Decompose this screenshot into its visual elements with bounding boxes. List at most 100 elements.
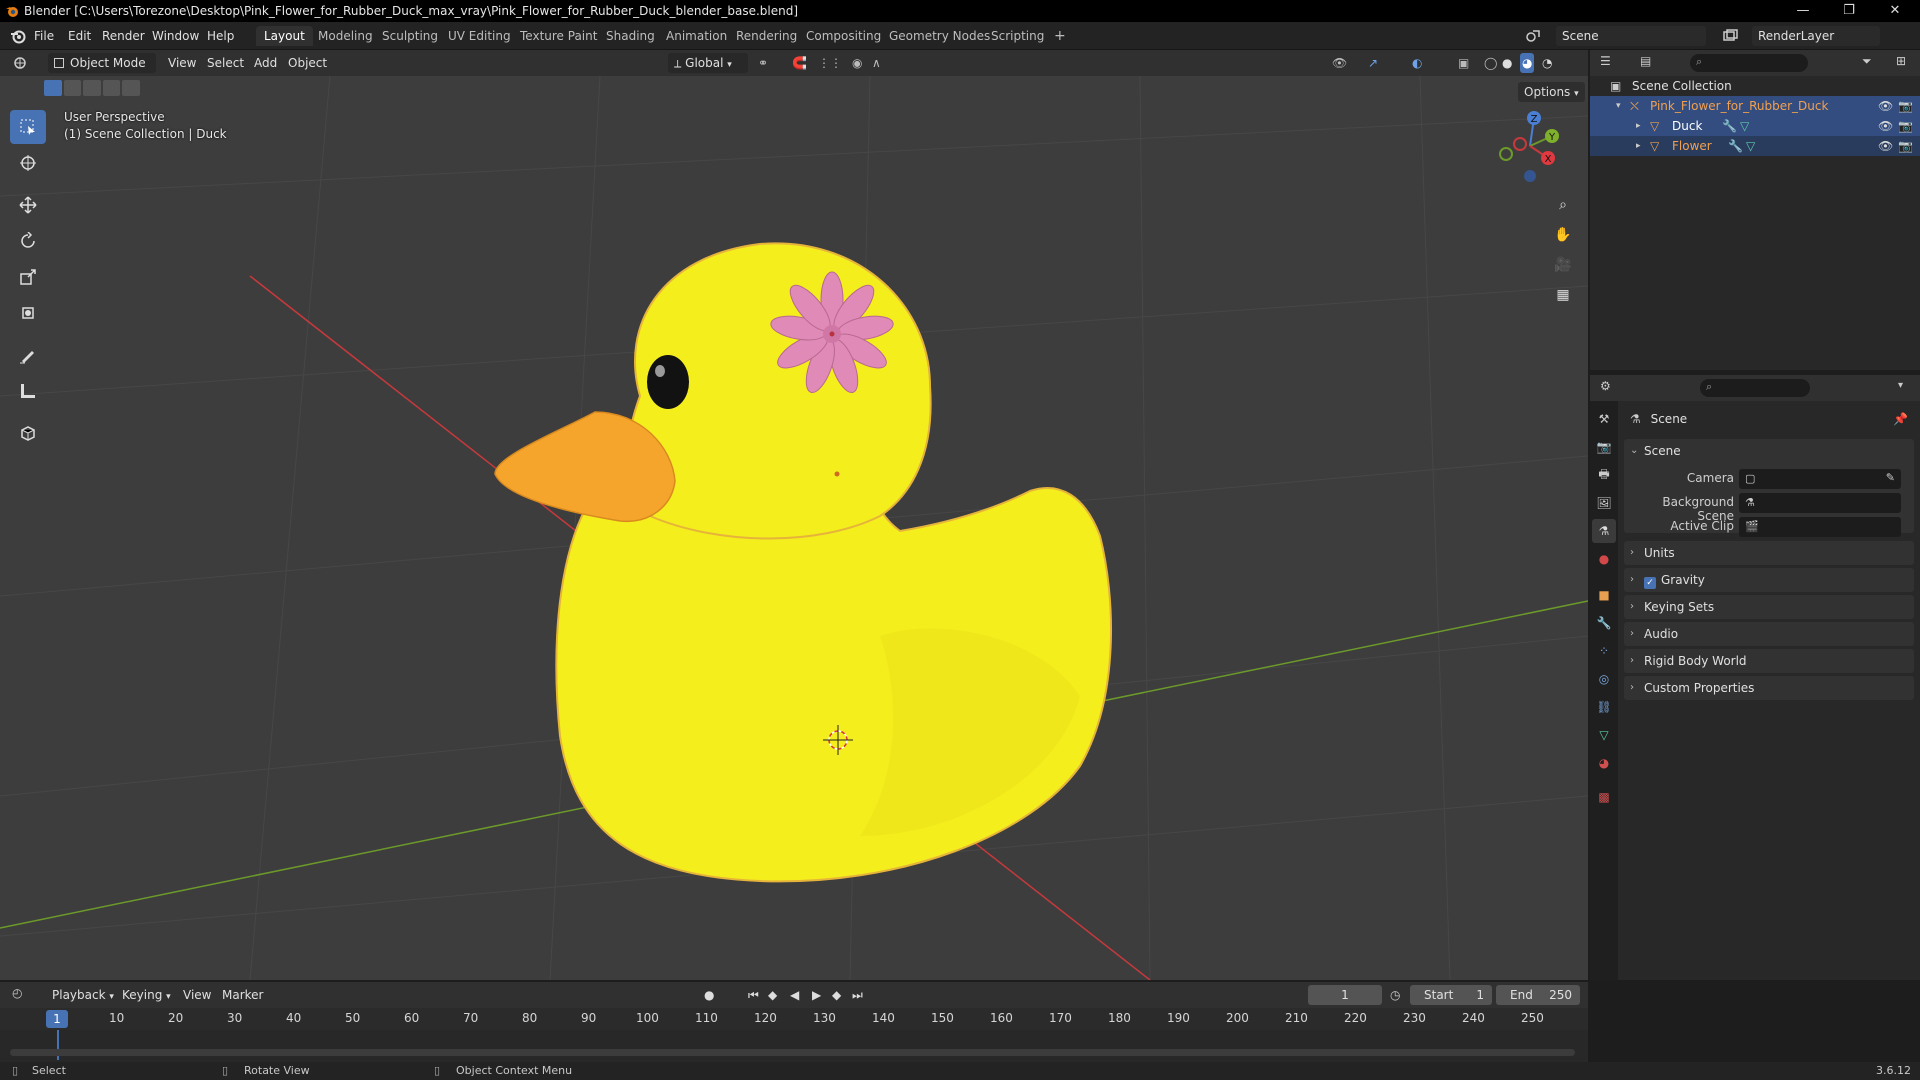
mode-dropdown[interactable]: Object Mode ▾: [48, 53, 156, 90]
properties-search-input[interactable]: ⌕: [1700, 379, 1810, 397]
timeline-editor-icon[interactable]: ◴: [12, 986, 22, 1000]
tab-sculpting[interactable]: Sculpting: [374, 26, 446, 46]
background-scene-field[interactable]: ⚗: [1739, 493, 1901, 513]
play-reverse-icon[interactable]: ◀: [790, 985, 799, 1005]
outliner-row-empty[interactable]: ▾ ⛌ Pink_Flower_for_Rubber_Duck 👁 📷: [1590, 96, 1920, 116]
solid-shading-icon[interactable]: ●: [1502, 53, 1512, 73]
tab-geometry-nodes[interactable]: Geometry Nodes: [881, 26, 998, 46]
menu-window[interactable]: Window: [152, 27, 199, 45]
tab-physics[interactable]: ◎: [1592, 667, 1616, 691]
options-dropdown[interactable]: Options ▾: [1518, 82, 1585, 102]
wireframe-shading-icon[interactable]: ◯: [1484, 53, 1497, 73]
rigid-body-world-panel-header[interactable]: › Rigid Body World: [1624, 649, 1914, 673]
menu-help[interactable]: Help: [207, 27, 234, 45]
gravity-checkbox[interactable]: ✓: [1644, 577, 1656, 589]
minimize-button[interactable]: —: [1780, 0, 1826, 22]
play-icon[interactable]: ▶: [812, 985, 821, 1005]
playhead-frame-indicator[interactable]: 1: [46, 1010, 68, 1028]
start-frame-field[interactable]: Start 1: [1410, 985, 1492, 1005]
tab-view-layer[interactable]: 🖼: [1592, 491, 1616, 515]
tab-modeling[interactable]: Modeling: [310, 26, 381, 46]
expand-arrow-icon[interactable]: ▸: [1636, 136, 1641, 156]
jump-keyframe-forward-icon[interactable]: ◆: [832, 985, 841, 1005]
snap-target-icon[interactable]: ⋮⋮: [818, 53, 842, 73]
tab-rendering[interactable]: Rendering: [728, 26, 805, 46]
xray-icon[interactable]: ▣: [1458, 53, 1469, 73]
view-layer-selector[interactable]: RenderLayer: [1752, 26, 1880, 46]
tab-compositing[interactable]: Compositing: [798, 26, 889, 46]
scale-tool[interactable]: [10, 260, 46, 294]
tab-texture[interactable]: ▩: [1592, 785, 1616, 809]
scene-panel-header[interactable]: ⌄ Scene: [1624, 439, 1914, 463]
keying-menu[interactable]: Keying ▾: [122, 985, 171, 1005]
gravity-panel-header[interactable]: › ✓ Gravity: [1624, 568, 1914, 592]
tab-animation[interactable]: Animation: [658, 26, 735, 46]
rigid-body-world-panel[interactable]: › Rigid Body World: [1624, 649, 1914, 673]
tab-texture-paint[interactable]: Texture Paint: [512, 26, 605, 46]
tab-object[interactable]: ■: [1592, 583, 1616, 607]
outliner-row-duck[interactable]: ▸ ▽ Duck 🔧 ▽ 👁 📷: [1590, 116, 1920, 136]
close-button[interactable]: ✕: [1872, 0, 1918, 22]
select-subtract-icon[interactable]: [83, 80, 101, 96]
tab-shading[interactable]: Shading: [598, 26, 663, 46]
new-collection-icon[interactable]: ⊞: [1896, 54, 1906, 68]
rotate-tool[interactable]: [10, 224, 46, 258]
render-camera-icon[interactable]: 📷: [1898, 96, 1913, 116]
select-intersect-icon[interactable]: [122, 80, 140, 96]
jump-keyframe-back-icon[interactable]: ◆: [768, 985, 777, 1005]
pan-view-button[interactable]: ✋: [1550, 222, 1576, 248]
eyedropper-icon[interactable]: ✎: [1886, 471, 1895, 484]
auto-keying-icon[interactable]: ●: [704, 985, 714, 1005]
tab-uv-editing[interactable]: UV Editing: [440, 26, 519, 46]
3d-viewport[interactable]: User Perspective (1) Scene Collection | …: [0, 76, 1588, 980]
material-shading-icon[interactable]: ◕: [1520, 53, 1535, 73]
tab-material[interactable]: ◕: [1592, 751, 1616, 775]
gizmo-neg-y-handle[interactable]: [1499, 147, 1513, 161]
tab-output[interactable]: 🖶: [1592, 463, 1616, 487]
outliner-editor-icon[interactable]: ☰: [1600, 54, 1611, 68]
add-workspace-button[interactable]: +: [1046, 26, 1074, 46]
scene-icon[interactable]: [1525, 28, 1541, 44]
expand-arrow-icon[interactable]: ▾: [1616, 96, 1621, 116]
rendered-shading-icon[interactable]: ◔: [1542, 53, 1552, 73]
pivot-point-icon[interactable]: ⚭: [758, 53, 768, 73]
restore-button[interactable]: ❐: [1826, 0, 1872, 22]
menu-file[interactable]: File: [34, 27, 54, 45]
toggle-perspective-button[interactable]: ▦: [1550, 282, 1576, 308]
visibility-eye-icon[interactable]: 👁: [1878, 136, 1893, 156]
overlay-icon[interactable]: ◐: [1412, 53, 1422, 73]
jump-start-icon[interactable]: ⏮: [748, 985, 759, 1005]
expand-arrow-icon[interactable]: ▸: [1636, 116, 1641, 136]
playback-menu[interactable]: Playback ▾: [52, 985, 114, 1005]
blender-menu-icon[interactable]: [10, 28, 26, 44]
timeline-scrollbar[interactable]: [10, 1049, 1575, 1056]
camera-view-button[interactable]: 🎥: [1550, 252, 1576, 278]
editor-type-icon[interactable]: [12, 55, 28, 71]
frame-ruler[interactable]: 1 10 20 30 40 50 60 70 80 90 100 110 120 130 140 150 16…: [0, 1008, 1588, 1030]
outliner-search-input[interactable]: ⌕: [1690, 54, 1808, 72]
menu-render[interactable]: Render: [102, 27, 145, 45]
audio-panel-header[interactable]: › Audio: [1624, 622, 1914, 646]
timeline-view-menu[interactable]: View: [183, 985, 211, 1005]
tab-modifiers[interactable]: 🔧: [1592, 611, 1616, 635]
tab-particles[interactable]: ⁘: [1592, 639, 1616, 663]
gravity-panel[interactable]: › ✓ Gravity: [1624, 568, 1914, 592]
visibility-eye-icon[interactable]: 👁: [1878, 116, 1893, 136]
tab-world[interactable]: ●: [1592, 547, 1616, 571]
move-tool[interactable]: [10, 188, 46, 222]
tab-constraints[interactable]: ⛓: [1592, 695, 1616, 719]
filter-icon[interactable]: ⏷: [1862, 54, 1872, 69]
custom-properties-panel-header[interactable]: › Custom Properties: [1624, 676, 1914, 700]
falloff-icon[interactable]: ∧: [872, 53, 881, 73]
select-menu[interactable]: Select: [207, 53, 244, 73]
annotate-tool[interactable]: [10, 338, 46, 372]
current-frame-field[interactable]: 1: [1308, 985, 1382, 1005]
properties-editor-icon[interactable]: ⚙: [1600, 379, 1611, 393]
end-frame-field[interactable]: End 250: [1496, 985, 1580, 1005]
active-clip-field[interactable]: 🎬: [1739, 517, 1901, 537]
transform-orientation-dropdown[interactable]: ⟂ Global ▾: [668, 53, 748, 73]
tab-layout[interactable]: Layout: [256, 26, 313, 46]
keying-sets-panel-header[interactable]: › Keying Sets: [1624, 595, 1914, 619]
units-panel[interactable]: › Units: [1624, 541, 1914, 565]
view-layer-icon[interactable]: [1722, 28, 1738, 44]
